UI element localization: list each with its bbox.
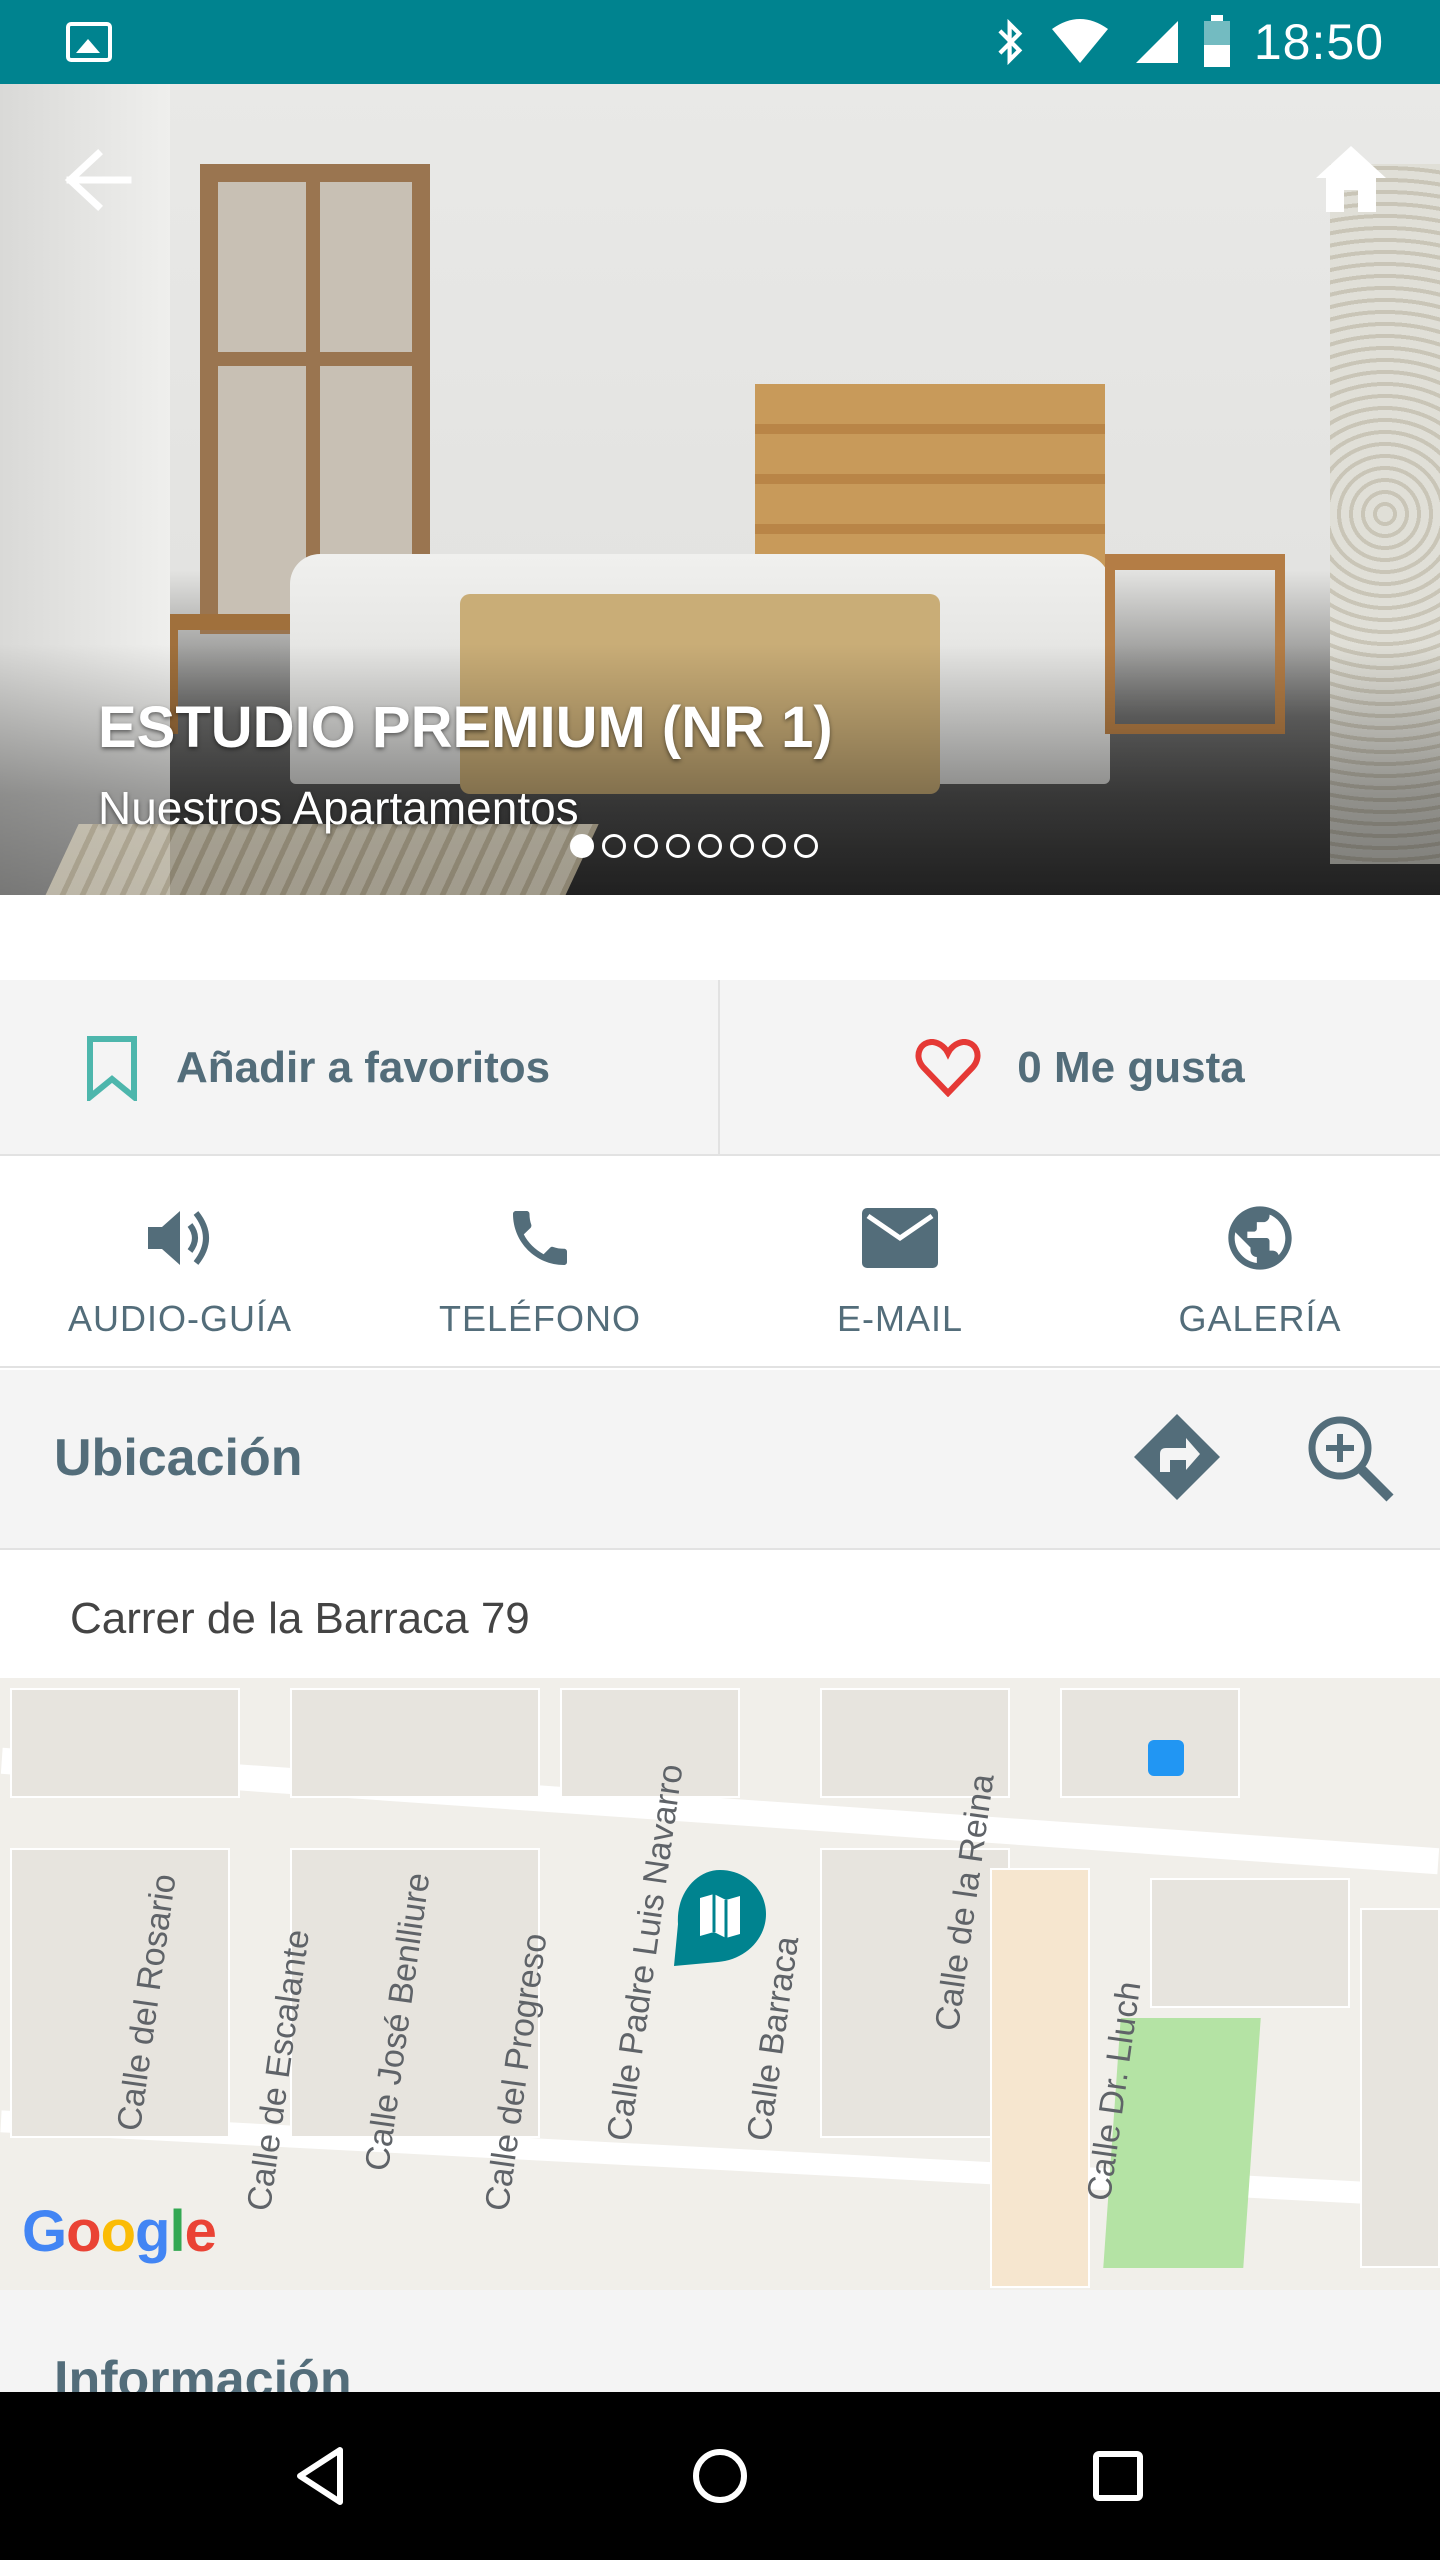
status-bar: 18:50 <box>0 0 1440 84</box>
phone-label: TELÉFONO <box>438 1298 642 1339</box>
globe-icon <box>1228 1206 1292 1270</box>
speaker-icon <box>148 1211 209 1265</box>
nav-recents-button[interactable] <box>1078 2436 1158 2516</box>
phone-icon <box>513 1211 567 1265</box>
gallery-button[interactable]: GALERÍA <box>1080 1158 1440 1366</box>
listing-category: Nuestros Apartamentos <box>98 782 579 834</box>
carousel-dot[interactable] <box>570 834 594 858</box>
hero-image[interactable] <box>0 84 1440 895</box>
carousel-dot[interactable] <box>730 834 754 858</box>
listing-title: ESTUDIO PREMIUM (NR 1) <box>98 695 833 760</box>
bus-stop-icon <box>1148 1740 1184 1776</box>
mail-icon <box>862 1208 938 1268</box>
audio-guide-button[interactable]: AUDIO-GUÍA <box>0 1158 360 1366</box>
actions-row: Añadir a favoritos 0 Me gusta <box>0 980 1440 1156</box>
information-header: Información <box>0 2290 1440 2392</box>
address-text: Carrer de la Barraca 79 <box>70 1594 530 1643</box>
like-count-label: 0 Me gusta <box>1017 1043 1245 1092</box>
signal-icon <box>1135 21 1178 63</box>
directions-icon <box>1134 1414 1220 1500</box>
gallery-label: GALERÍA <box>1178 1298 1342 1339</box>
home-icon <box>1316 146 1386 212</box>
carousel-indicator[interactable] <box>570 834 818 858</box>
map-marker-icon <box>674 1870 766 1966</box>
contact-row: AUDIO-GUÍA TELÉFONO E-MAIL GALERÍA <box>0 1158 1440 1368</box>
circle-home-icon <box>693 2449 747 2503</box>
add-favorites-label: Añadir a favoritos <box>176 1043 551 1092</box>
status-icons: 18:50 <box>994 0 1384 84</box>
arrow-left-icon <box>64 149 132 211</box>
location-header: Ubicación <box>0 1370 1440 1550</box>
directions-button[interactable] <box>1130 1410 1224 1504</box>
carousel-dot[interactable] <box>762 834 786 858</box>
audio-guide-label: AUDIO-GUÍA <box>67 1298 292 1339</box>
heart-icon <box>915 1039 981 1097</box>
battery-icon <box>1203 15 1230 67</box>
bookmark-icon <box>87 1036 137 1101</box>
carousel-dot[interactable] <box>698 834 722 858</box>
clock: 18:50 <box>1253 14 1384 70</box>
carousel-dot[interactable] <box>666 834 690 858</box>
system-nav-bar <box>0 2392 1440 2560</box>
phone-button[interactable]: TELÉFONO <box>360 1158 720 1366</box>
email-label: E-MAIL <box>836 1298 964 1339</box>
zoom-in-icon <box>1308 1416 1394 1502</box>
location-pin[interactable] <box>670 1868 770 1968</box>
like-button[interactable]: 0 Me gusta <box>720 980 1440 1156</box>
square-recents-icon <box>1093 2451 1143 2501</box>
gallery-icon <box>66 22 112 62</box>
carousel-dot[interactable] <box>794 834 818 858</box>
information-title: Información <box>54 2351 352 2392</box>
carousel-dot[interactable] <box>602 834 626 858</box>
add-favorites-button[interactable]: Añadir a favoritos <box>0 980 718 1156</box>
google-logo: Google <box>22 2199 217 2264</box>
bluetooth-icon <box>998 18 1023 66</box>
triangle-back-icon <box>297 2447 343 2505</box>
email-button[interactable]: E-MAIL <box>720 1158 1080 1366</box>
back-button[interactable] <box>62 148 134 212</box>
carousel-dot[interactable] <box>634 834 658 858</box>
wifi-icon <box>1051 19 1108 63</box>
nav-home-button[interactable] <box>680 2436 760 2516</box>
location-map[interactable]: Calle del Rosario Calle de Escalante Cal… <box>0 1678 1440 2290</box>
nav-back-button[interactable] <box>282 2436 362 2516</box>
location-title: Ubicación <box>54 1429 303 1487</box>
home-button[interactable] <box>1314 144 1388 214</box>
zoom-map-button[interactable] <box>1302 1410 1396 1504</box>
